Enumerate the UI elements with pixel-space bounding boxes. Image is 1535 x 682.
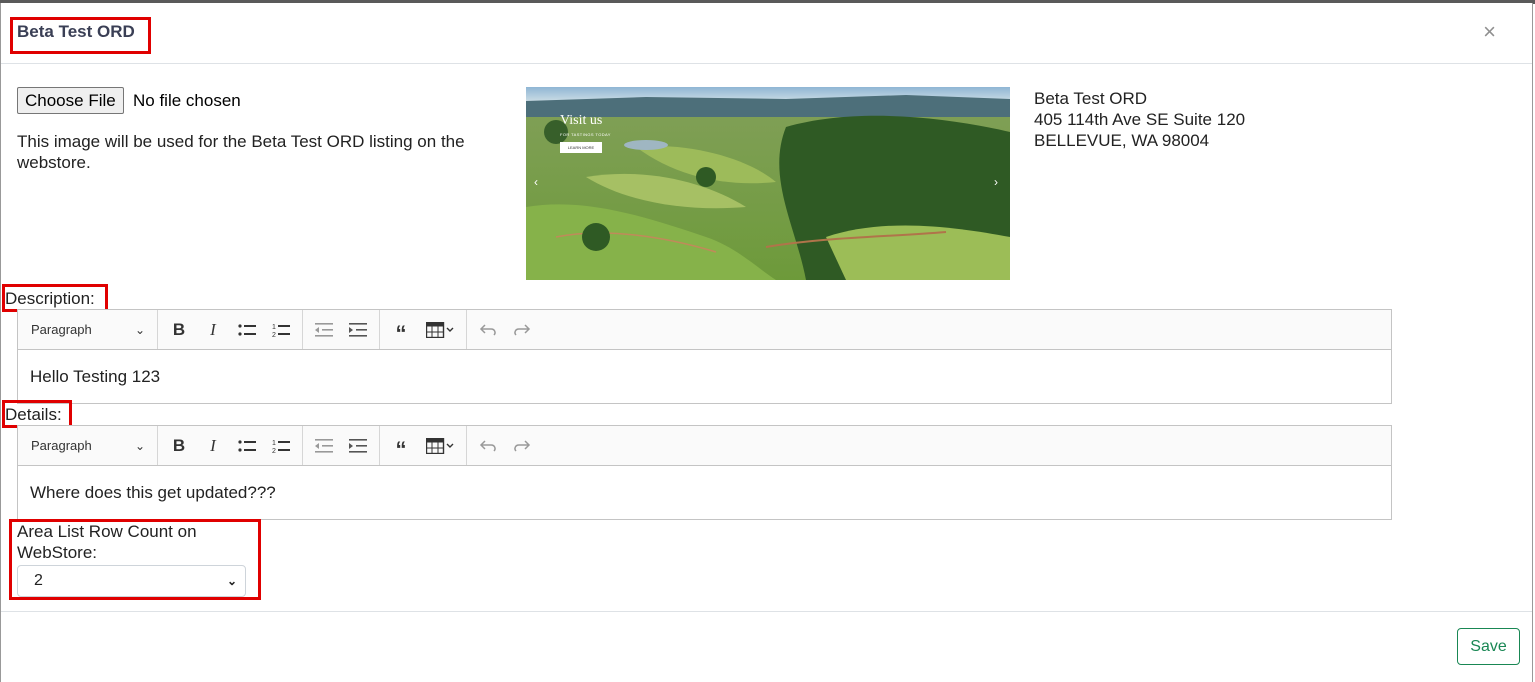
row-count-label-line2: WebStore: (17, 543, 98, 562)
indent-icon[interactable] (341, 431, 375, 461)
chevron-down-icon: ⌄ (134, 322, 145, 337)
row-count-selected-value: 2 (34, 572, 43, 589)
indent-group (303, 310, 380, 349)
paragraph-style-label: Paragraph (31, 322, 92, 337)
address-name: Beta Test ORD (1034, 89, 1148, 108)
choose-file-button[interactable]: Choose File (17, 87, 124, 114)
paragraph-style-label: Paragraph (31, 438, 92, 453)
chevron-down-icon: ⌄ (134, 438, 145, 453)
insert-table-icon[interactable] (418, 315, 462, 345)
block-quote-icon[interactable]: “ (384, 311, 418, 349)
bulleted-list-icon[interactable] (230, 315, 264, 345)
numbered-list-icon[interactable]: 12 (264, 431, 298, 461)
redo-icon[interactable] (505, 315, 539, 345)
description-toolbar: Paragraph ⌄ B I 12 “ (18, 310, 1391, 350)
undo-icon[interactable] (471, 431, 505, 461)
hero-prev-icon: ‹ (534, 175, 538, 189)
outdent-icon[interactable] (307, 431, 341, 461)
edit-location-modal: Beta Test ORD × Choose File No file chos… (0, 3, 1533, 682)
format-group: B I 12 (158, 310, 303, 349)
hero-heading: Visit us (560, 113, 603, 128)
close-icon[interactable]: × (1483, 21, 1496, 43)
paragraph-style-dropdown[interactable]: Paragraph ⌄ (18, 310, 158, 349)
paragraph-style-dropdown[interactable]: Paragraph ⌄ (18, 426, 158, 465)
row-count-label: Area List Row Count on WebStore: (17, 521, 197, 563)
format-group: B I 12 (158, 426, 303, 465)
redo-icon[interactable] (505, 431, 539, 461)
svg-text:1: 1 (272, 324, 276, 331)
bold-icon[interactable]: B (162, 431, 196, 461)
image-help-text: This image will be used for the Beta Tes… (17, 132, 465, 172)
file-status-text: No file chosen (133, 91, 241, 110)
insert-group: “ (380, 426, 467, 465)
description-content[interactable]: Hello Testing 123 (18, 350, 1391, 404)
bulleted-list-icon[interactable] (230, 431, 264, 461)
insert-group: “ (380, 310, 467, 349)
indent-icon[interactable] (341, 315, 375, 345)
description-editor: Paragraph ⌄ B I 12 “ Hello Testing 123 (17, 309, 1392, 404)
italic-icon[interactable]: I (196, 315, 230, 345)
indent-group (303, 426, 380, 465)
row-count-label-line1: Area List Row Count on (17, 522, 197, 541)
bold-icon[interactable]: B (162, 315, 196, 345)
outdent-icon[interactable] (307, 315, 341, 345)
svg-text:2: 2 (272, 448, 276, 454)
details-content[interactable]: Where does this get updated??? (18, 466, 1391, 520)
location-address: Beta Test ORD 405 114th Ave SE Suite 120… (1034, 88, 1245, 151)
hero-learn-more-button: LEARN MORE (560, 142, 602, 153)
chevron-down-icon: ⌄ (226, 574, 237, 588)
location-hero-image: Visit us FOR TASTINGS TODAY LEARN MORE ‹… (526, 87, 1010, 280)
hero-tagline: FOR TASTINGS TODAY (560, 132, 611, 137)
row-count-select[interactable]: 2 ⌄ (17, 565, 246, 597)
block-quote-icon[interactable]: “ (384, 427, 418, 465)
details-label: Details: (5, 405, 62, 424)
modal-header: Beta Test ORD × (1, 3, 1532, 64)
insert-table-icon[interactable] (418, 431, 462, 461)
modal-title: Beta Test ORD (17, 22, 135, 41)
description-label: Description: (5, 289, 95, 308)
address-city: BELLEVUE, WA 98004 (1034, 131, 1210, 150)
svg-text:1: 1 (272, 440, 276, 447)
svg-text:2: 2 (272, 332, 276, 338)
numbered-list-icon[interactable]: 12 (264, 315, 298, 345)
details-toolbar: Paragraph ⌄ B I 12 “ (18, 426, 1391, 466)
undo-icon[interactable] (471, 315, 505, 345)
modal-footer-divider (1, 611, 1532, 612)
history-group (467, 310, 543, 349)
address-street: 405 114th Ave SE Suite 120 (1034, 110, 1246, 129)
details-editor: Paragraph ⌄ B I 12 “ Where does this get… (17, 425, 1392, 520)
italic-icon[interactable]: I (196, 431, 230, 461)
save-button[interactable]: Save (1457, 628, 1520, 665)
history-group (467, 426, 543, 465)
hero-next-icon: › (994, 175, 998, 189)
